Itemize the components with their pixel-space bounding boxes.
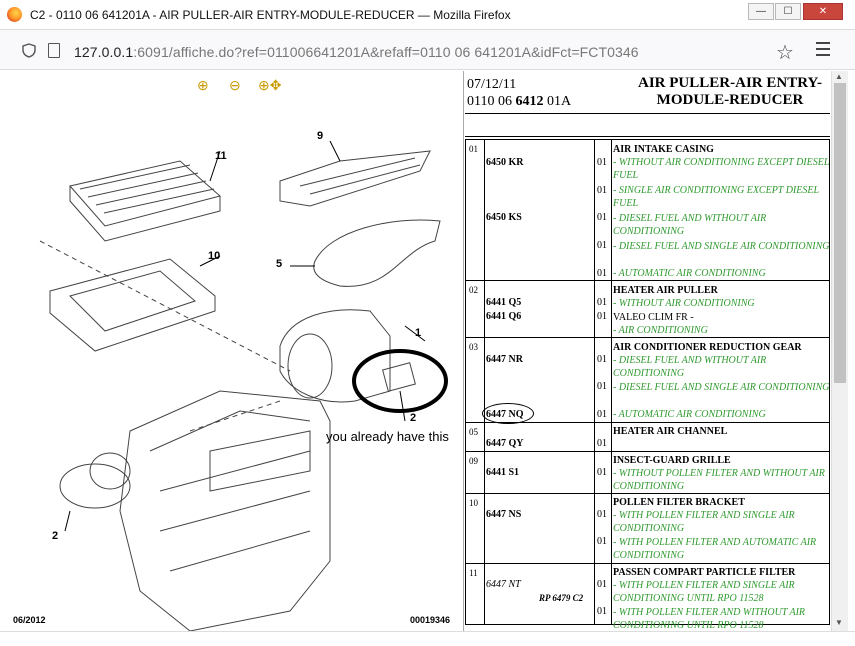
annotation-text: you already have this (326, 429, 449, 444)
firefox-icon (7, 7, 22, 22)
minimize-button[interactable]: — (748, 3, 774, 20)
callout-5: 5 (276, 258, 282, 270)
table-row: 02 6441 Q5 6441 Q6 01 01 HEATER AIR PULL… (465, 280, 830, 337)
part-ref[interactable]: 6447 QY (486, 438, 524, 449)
diagram-date: 06/2012 (13, 615, 46, 625)
table-row: 05 6447 QY 01 HEATER AIR CHANNEL (465, 422, 830, 451)
table-row: 09 6441 S1 01 INSECT-GUARD GRILLE - WITH… (465, 451, 830, 493)
star-icon[interactable]: ☆ (776, 40, 794, 65)
shield-icon[interactable] (22, 43, 36, 58)
scroll-up-icon[interactable]: ▲ (835, 72, 843, 81)
part-ref[interactable]: 6441 S1 (486, 467, 519, 478)
callout-10: 10 (208, 250, 220, 262)
hamburger-icon[interactable] (816, 42, 830, 60)
highlight-circle (482, 403, 534, 424)
callout-9: 9 (317, 130, 323, 142)
window-title: C2 - 0110 06 641201A - AIR PULLER-AIR EN… (30, 8, 511, 22)
callout-1: 1 (415, 327, 421, 339)
doc-date: 07/12/11 (467, 77, 517, 92)
bottom-edge (0, 631, 855, 646)
page-content: ⊕ ⊖ ⊕✥ 2 1 2 5 9 10 11 you already have … (0, 71, 855, 646)
url-text[interactable]: 127.0.0.1:6091/affiche.do?ref=0110066412… (74, 44, 639, 60)
exploded-parts-diagram: 2 1 2 5 9 10 11 (39, 130, 448, 631)
url-bar[interactable]: 127.0.0.1:6091/affiche.do?ref=0110066412… (12, 35, 800, 65)
part-ref[interactable]: 6447 NR (486, 354, 523, 365)
scroll-down-icon[interactable]: ▼ (835, 618, 843, 627)
part-10-bracket (49, 258, 216, 352)
parts-pane: 07/12/11 0110 06 6412 01A AIR PULLER-AIR… (465, 71, 830, 631)
close-button[interactable]: ✕ (803, 3, 843, 20)
divider (465, 113, 830, 114)
table-row: 03 6447 NR 6447 NQ 01 01 01 AIR CONDITIO… (465, 337, 830, 424)
doc-title: AIR PULLER-AIR ENTRY-MODULE-REDUCER (638, 75, 822, 108)
diagram-image-code: 00019346 (410, 615, 451, 625)
diagram-pane: ⊕ ⊖ ⊕✥ 2 1 2 5 9 10 11 you already have … (10, 71, 464, 631)
part-2-blower (59, 463, 131, 509)
part-ref[interactable]: 6450 KR (486, 157, 524, 168)
maximize-button[interactable]: ☐ (775, 3, 801, 20)
callout-11: 11 (215, 150, 227, 162)
doc-code: 0110 06 6412 01A (467, 94, 572, 109)
part-ref[interactable]: 6447 NT (486, 579, 521, 590)
highlight-circle (352, 349, 448, 413)
part-5-channel (313, 219, 441, 287)
doc-header-left: 07/12/11 0110 06 6412 01A (467, 76, 571, 110)
part-9-grille (279, 150, 431, 207)
callout-2: 2 (52, 530, 58, 542)
replacement-ref: RP 6479 C2 (539, 593, 584, 603)
table-row: 01 6450 KR 6450 KS 01 01 01 01 01 AIR IN… (465, 139, 830, 280)
vertical-scrollbar[interactable]: ▲ ▼ (831, 71, 848, 631)
part-ref[interactable]: 6441 Q5 (486, 297, 521, 308)
window-titlebar: C2 - 0110 06 641201A - AIR PULLER-AIR EN… (0, 0, 855, 30)
scroll-thumb[interactable] (834, 83, 846, 383)
table-row: 11 6447 NT RP 6479 C2 01 01 PASSEN COMPA… (465, 563, 830, 631)
part-3-reducer (382, 362, 416, 392)
page-icon (48, 43, 60, 58)
heater-unit (119, 390, 331, 631)
parts-table: 01 6450 KR 6450 KS 01 01 01 01 01 AIR IN… (465, 139, 830, 631)
divider (465, 136, 830, 137)
part-11-filter (69, 160, 222, 227)
table-row: 10 6447 NS 01 01 POLLEN FILTER BRACKET -… (465, 493, 830, 563)
part-ref[interactable]: 6450 KS (486, 212, 522, 223)
navigation-bar: 127.0.0.1:6091/affiche.do?ref=0110066412… (0, 30, 855, 70)
part-ref[interactable]: 6441 Q6 (486, 311, 521, 322)
callout-3: 2 (410, 412, 416, 424)
part-ref[interactable]: 6447 NS (486, 509, 521, 520)
